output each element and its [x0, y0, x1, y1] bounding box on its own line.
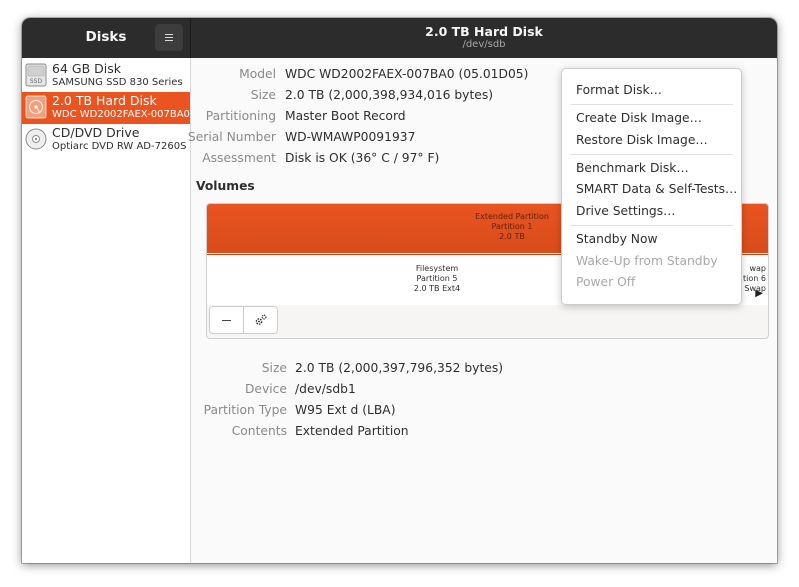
menu-item-format-disk[interactable]: Format Disk… [576, 83, 662, 97]
partition-size-value: 2.0 TB (2,000,397,796,352 bytes) [295, 361, 504, 375]
ssd-drive-icon: SSD [25, 63, 47, 87]
sidebar-item-hard-disk[interactable]: 2.0 TB Hard Disk WDC WD2002FAEX-007BA0 [22, 92, 190, 124]
sidebar-item-model: Optiarc DVD RW AD-7260S [52, 141, 187, 152]
play-icon[interactable]: ▶ [755, 288, 763, 299]
menu-item-drive-settings[interactable]: Drive Settings… [576, 204, 675, 218]
sidebar-item-label: 2.0 TB Hard Disk [52, 93, 157, 108]
assessment-label: Assessment [202, 151, 276, 165]
partition-type-value: W95 Ext d (LBA) [295, 403, 396, 417]
volumes-heading: Volumes [196, 179, 255, 193]
size-label: Size [250, 88, 276, 102]
menu-separator [570, 225, 733, 226]
minus-icon [222, 319, 231, 321]
partition-type-label: Partition Type [203, 403, 287, 417]
filesystem-partition-block[interactable]: Filesystem Partition 5 2.0 TB Ext4 [357, 264, 517, 294]
svg-text:SSD: SSD [30, 78, 43, 85]
partition-size-label: Size [261, 361, 287, 375]
device-value: /dev/sdb1 [295, 382, 356, 396]
disk-list-sidebar: SSD 64 GB Disk SAMSUNG SSD 830 Series 2.… [22, 58, 191, 563]
delete-partition-button[interactable] [209, 306, 244, 334]
partition-options-button[interactable] [243, 306, 278, 334]
menu-item-create-disk-image[interactable]: Create Disk Image… [576, 111, 702, 125]
sidebar-headerbar: Disks [22, 18, 191, 58]
partitioning-value: Master Boot Record [285, 109, 406, 123]
app-title: Disks [85, 29, 127, 45]
model-label: Model [239, 67, 276, 81]
size-value: 2.0 TB (2,000,398,934,016 bytes) [285, 88, 494, 102]
disk-title: 2.0 TB Hard Disk [425, 24, 543, 39]
volume-toolbar [209, 306, 279, 336]
filesystem-partition-number: Partition 5 [416, 274, 458, 283]
filesystem-size: 2.0 TB Ext4 [413, 284, 461, 293]
menu-item-standby-now[interactable]: Standby Now [576, 232, 658, 246]
hamburger-menu-button[interactable] [155, 24, 183, 51]
partitioning-label: Partitioning [205, 109, 276, 123]
serial-number-value: WD-WMAWP0091937 [285, 130, 416, 144]
contents-label: Contents [231, 424, 287, 438]
sidebar-item-cd-dvd[interactable]: CD/DVD Drive Optiarc DVD RW AD-7260S [22, 124, 190, 156]
hamburger-icon [165, 34, 173, 35]
menu-item-benchmark-disk[interactable]: Benchmark Disk… [576, 161, 689, 175]
menu-separator [570, 154, 733, 155]
menu-item-smart-data[interactable]: SMART Data & Self-Tests… [576, 182, 737, 196]
model-value: WDC WD2002FAEX-007BA0 (05.01D05) [285, 67, 529, 81]
assessment-value: Disk is OK (36° C / 97° F) [285, 151, 440, 165]
menu-item-wake-up-from-standby: Wake-Up from Standby [576, 254, 718, 268]
contents-value: Extended Partition [295, 424, 409, 438]
menu-item-power-off: Power Off [576, 275, 636, 289]
sidebar-item-label: 64 GB Disk [52, 61, 121, 76]
sidebar-item-model: WDC WD2002FAEX-007BA0 [52, 109, 190, 120]
hard-disk-icon [25, 95, 47, 119]
optical-disc-icon [25, 128, 47, 150]
main-headerbar: 2.0 TB Hard Disk /dev/sdb [191, 18, 777, 58]
menu-separator [570, 104, 733, 105]
gears-icon [255, 314, 267, 325]
sidebar-item-label: CD/DVD Drive [52, 125, 140, 140]
swap-partition-number: tion 6 [743, 274, 766, 283]
disk-device-subtitle: /dev/sdb [462, 39, 506, 50]
sidebar-item-model: SAMSUNG SSD 830 Series [52, 77, 183, 88]
serial-number-label: Serial Number [187, 130, 276, 144]
menu-item-restore-disk-image[interactable]: Restore Disk Image… [576, 133, 708, 147]
device-label: Device [244, 382, 287, 396]
swap-label: wap [749, 264, 766, 273]
drive-options-menu: Format Disk… Create Disk Image… Restore … [561, 68, 742, 305]
filesystem-label: Filesystem [415, 264, 459, 273]
sidebar-item-ssd[interactable]: SSD 64 GB Disk SAMSUNG SSD 830 Series [22, 60, 190, 92]
